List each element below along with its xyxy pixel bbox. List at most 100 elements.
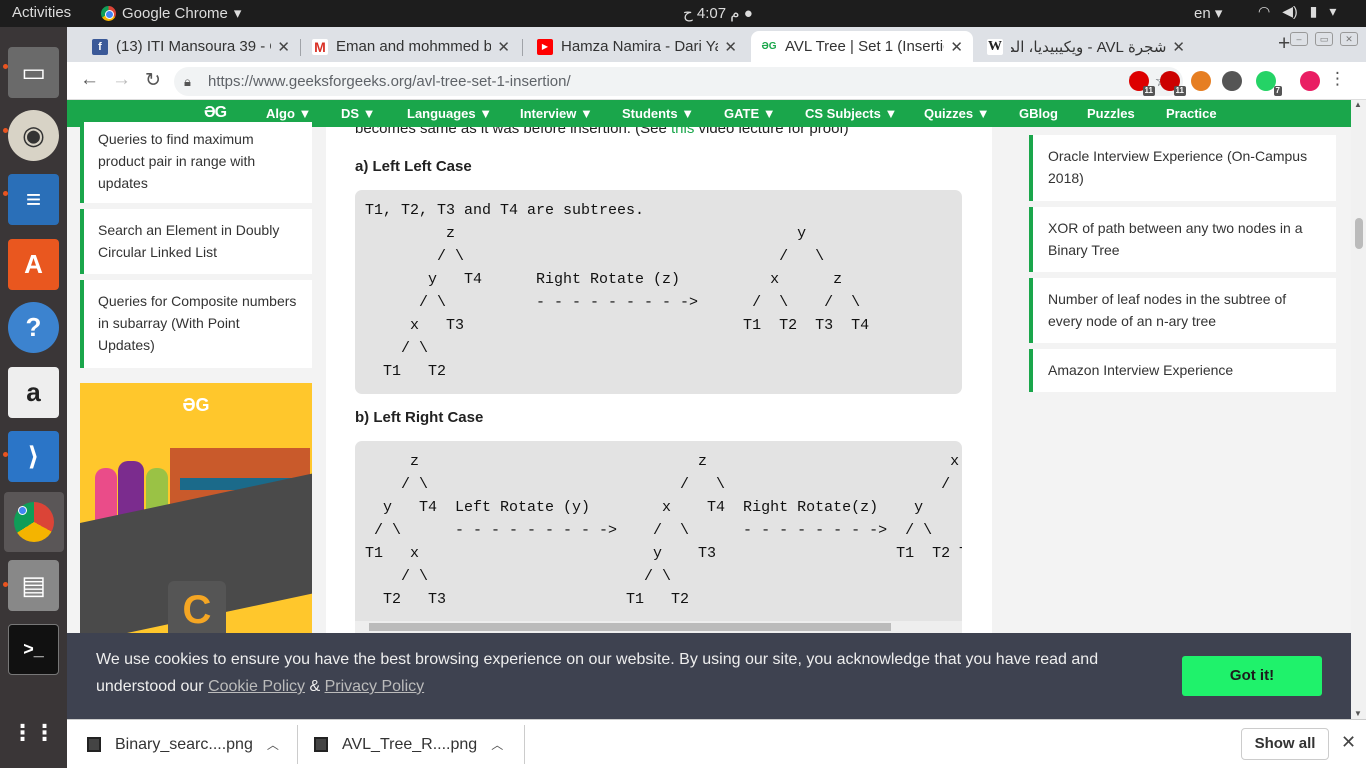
gfg-logo[interactable]: ƏG [204, 104, 227, 122]
download-item[interactable]: AVL_Tree_R....png ︿ [314, 720, 503, 768]
nav-ds[interactable]: DS ▼ [341, 106, 376, 121]
vertical-scrollbar[interactable]: ▲ ▼ [1351, 100, 1366, 720]
sidebar-link[interactable]: XOR of path between any two nodes in a B… [1029, 207, 1336, 272]
scroll-up-arrow-icon[interactable]: ▲ [1354, 100, 1362, 109]
close-icon[interactable]: ✕ [1172, 38, 1185, 56]
image-file-icon [87, 737, 101, 752]
chrome-dock-item[interactable] [4, 492, 64, 552]
tab-facebook[interactable]: f (13) ITI Mansoura 39 - O ✕ [82, 31, 300, 62]
activities-button[interactable]: Activities [12, 4, 71, 21]
sidebar-link[interactable]: Queries to find maximum product pair in … [80, 122, 312, 203]
extension-badge: 11 [1173, 86, 1186, 96]
chrome-icon [14, 502, 54, 542]
minimize-button[interactable]: – [1290, 32, 1308, 46]
volume-icon: ◀) [1282, 3, 1298, 19]
scanner-icon[interactable]: ▤ [8, 560, 59, 611]
nav-gblog[interactable]: GBlog [1019, 106, 1058, 121]
sidebar-link[interactable]: Search an Element in Doubly Circular Lin… [80, 209, 312, 274]
reload-button[interactable]: ↻ [145, 69, 161, 92]
sidebar-link-text: Search an Element in Doubly Circular Lin… [98, 222, 280, 260]
sidebar-link-text: Number of leaf nodes in the subtree of e… [1048, 291, 1287, 329]
privacy-policy-link[interactable]: Privacy Policy [325, 678, 425, 695]
gnome-top-bar: Activities Google Chrome ▾ م 4:07 ح ● en… [0, 0, 1366, 27]
nav-practice[interactable]: Practice [1166, 106, 1217, 121]
shopping-icon[interactable] [1300, 71, 1320, 91]
code-block-left-right: z z x / \ / \ / \ y T4 Left Rotate (y) x… [355, 441, 962, 633]
sidebar-link[interactable]: Queries for Composite numbers in subarra… [80, 280, 312, 368]
browser-toolbar: ← → ↻ 🔒︎ https://www.geeksforgeeks.org/a… [67, 62, 1366, 100]
case-a-heading: a) Left Left Case [355, 158, 472, 175]
forward-button[interactable]: → [112, 69, 131, 91]
tab-separator [300, 39, 301, 56]
chevron-up-icon[interactable]: ︿ [267, 736, 279, 753]
terminal-icon[interactable]: >_ [8, 624, 59, 675]
downloads-bar: Binary_searc....png ︿ AVL_Tree_R....png … [67, 719, 1366, 768]
scroll-down-arrow-icon[interactable]: ▼ [1354, 709, 1362, 718]
close-icon[interactable]: ✕ [497, 38, 510, 56]
amazon-icon[interactable]: a [8, 367, 59, 418]
scrollbar-thumb[interactable] [369, 623, 891, 631]
advertisement-banner[interactable]: ƏG C [80, 383, 312, 633]
adblock-icon[interactable]: 11 [1129, 71, 1155, 96]
horizontal-scrollbar[interactable] [355, 621, 962, 633]
new-tab-button[interactable]: + [1278, 32, 1290, 56]
lock-icon[interactable]: 🔒︎ [184, 67, 191, 96]
rhythmbox-icon[interactable]: ◉ [8, 110, 59, 161]
tab-avl-tree[interactable]: ƏG AVL Tree | Set 1 (Insertic ✕ [751, 31, 973, 62]
clock[interactable]: م 4:07 ح ● [683, 4, 753, 22]
show-all-downloads-button[interactable]: Show all [1241, 728, 1329, 760]
address-bar[interactable]: 🔒︎ https://www.geeksforgeeks.org/avl-tre… [174, 67, 1183, 96]
nav-interview[interactable]: Interview ▼ [520, 106, 593, 121]
accept-cookies-button[interactable]: Got it! [1182, 656, 1322, 696]
article-paragraph: becomes same as it was before insertion.… [355, 127, 849, 137]
nav-cs-subjects[interactable]: CS Subjects ▼ [805, 106, 897, 121]
wikipedia-icon: W [987, 38, 1003, 55]
sidebar-link[interactable]: Number of leaf nodes in the subtree of e… [1029, 278, 1336, 343]
url-path: /avl-tree-set-1-insertion/ [412, 73, 571, 90]
cookie-policy-link[interactable]: Cookie Policy [208, 678, 305, 695]
menu-kebab-icon[interactable]: ⋮ [1329, 69, 1346, 89]
extension-badge: 7 [1273, 86, 1282, 96]
ubuntu-dock: ▭ ◉ ≡ A ? a ⟩ ▤ >_ ⋮⋮ [0, 27, 67, 768]
video-lecture-link[interactable]: this [671, 127, 694, 137]
sidebar-link[interactable]: Amazon Interview Experience [1029, 349, 1336, 392]
app-menu[interactable]: Google Chrome ▾ [101, 4, 241, 22]
maximize-button[interactable]: ▭ [1315, 32, 1333, 46]
chevron-up-icon[interactable]: ︿ [491, 736, 503, 753]
scrollbar-thumb[interactable] [1355, 218, 1363, 249]
language-indicator[interactable]: en ▾ [1194, 4, 1222, 22]
nav-quizzes[interactable]: Quizzes ▼ [924, 106, 990, 121]
tab-wikipedia[interactable]: W شجرة AVL - ويكيبيديا، المو ✕ [977, 31, 1195, 62]
close-icon[interactable]: ✕ [1341, 732, 1356, 753]
close-icon[interactable]: ✕ [950, 38, 963, 56]
close-icon[interactable]: ✕ [277, 38, 290, 56]
wifi-icon: ◠ [1258, 3, 1271, 19]
nav-students[interactable]: Students ▼ [622, 106, 694, 121]
close-window-button[interactable]: ✕ [1340, 32, 1358, 46]
help-icon[interactable]: ? [8, 302, 59, 353]
eyedropper-icon[interactable] [1222, 71, 1242, 91]
nav-puzzles[interactable]: Puzzles [1087, 106, 1135, 121]
tab-youtube[interactable]: ▶ Hamza Namira - Dari Ya ✕ [527, 31, 747, 62]
sidebar-link[interactable]: Oracle Interview Experience (On-Campus 2… [1029, 135, 1336, 201]
abp-icon[interactable]: 11 [1160, 71, 1186, 96]
nav-gate[interactable]: GATE ▼ [724, 106, 776, 121]
whatsapp-icon[interactable]: 7 [1256, 71, 1282, 96]
image-file-icon [314, 737, 328, 752]
nav-algo[interactable]: Algo ▼ [266, 106, 311, 121]
paragraph-text: video lecture for proof) [694, 127, 849, 137]
system-tray[interactable]: ◠ ◀) ▮ ▾ [1258, 3, 1336, 20]
nav-languages[interactable]: Languages ▼ [407, 106, 492, 121]
files-icon[interactable]: ▭ [8, 47, 59, 98]
writer-icon[interactable]: ≡ [8, 174, 59, 225]
cookie-message: We use cookies to ensure you have the be… [96, 646, 1116, 700]
download-filename: AVL_Tree_R....png [342, 735, 478, 753]
download-item[interactable]: Binary_searc....png ︿ [87, 720, 279, 768]
vscode-icon[interactable]: ⟩ [8, 431, 59, 482]
close-icon[interactable]: ✕ [724, 38, 737, 56]
show-apps-icon[interactable]: ⋮⋮ [8, 707, 59, 758]
software-center-icon[interactable]: A [8, 239, 59, 290]
tab-gmail[interactable]: M Eman and mohmmed b ✕ [302, 31, 520, 62]
colorpick-icon[interactable] [1191, 71, 1211, 91]
back-button[interactable]: ← [80, 69, 99, 91]
